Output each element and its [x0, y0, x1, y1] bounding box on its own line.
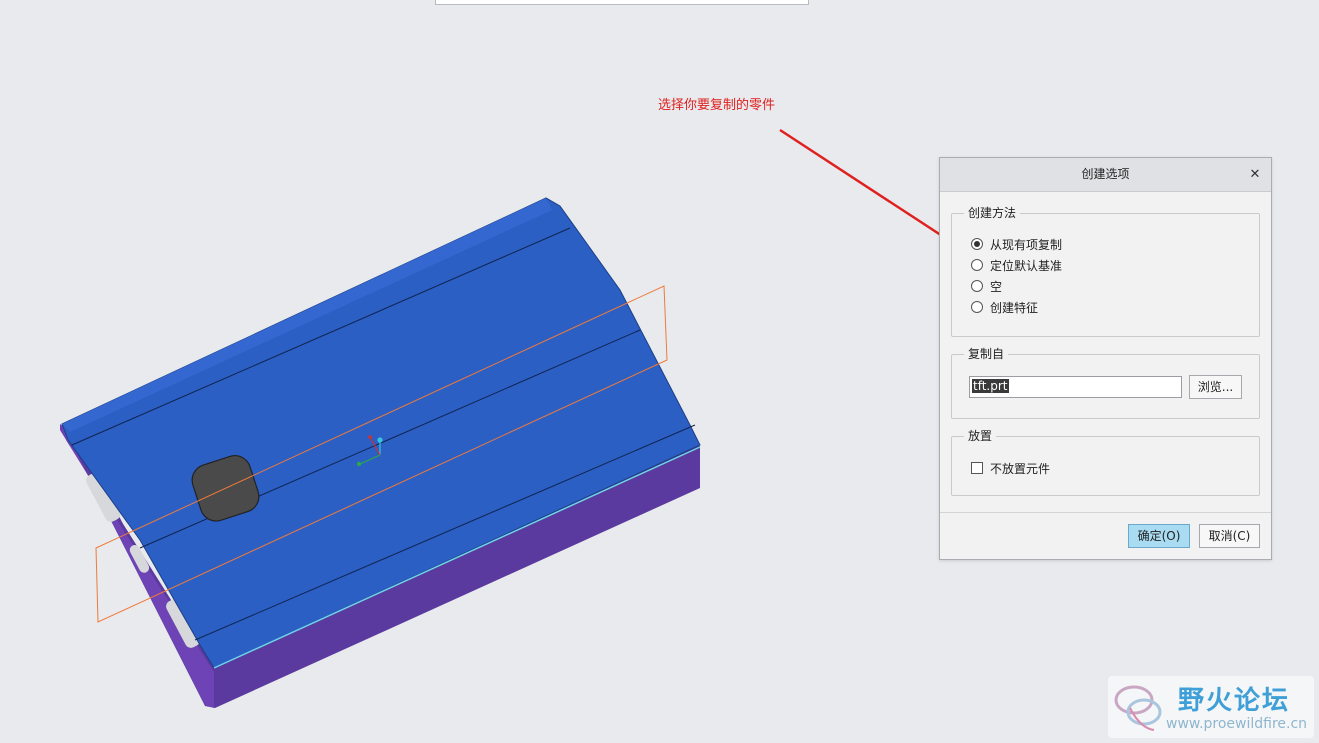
radio-empty[interactable]: 空	[971, 277, 1002, 295]
placement-legend: 放置	[964, 429, 997, 443]
dialog-titlebar: 创建选项 ✕	[940, 158, 1271, 192]
copy-from-group: 复制自 tft.prt 浏览...	[951, 347, 1260, 419]
watermark: 野火论坛 www.proewildfire.cn	[1108, 676, 1314, 738]
file-name-value: tft.prt	[972, 379, 1009, 393]
footer-divider	[940, 512, 1271, 513]
dialog-title: 创建选项	[1081, 167, 1130, 181]
forum-logo-icon	[1114, 685, 1162, 731]
radio-copy-existing[interactable]: 从现有项复制	[971, 235, 1062, 253]
radio-label: 创建特征	[990, 300, 1039, 315]
radio-button[interactable]	[971, 280, 983, 292]
cancel-button[interactable]: 取消(C)	[1199, 524, 1260, 548]
radio-button[interactable]	[971, 301, 983, 313]
watermark-url: www.proewildfire.cn	[1166, 716, 1308, 732]
close-icon[interactable]: ✕	[1247, 158, 1263, 191]
annotation-text: 选择你要复制的零件	[658, 98, 776, 113]
no-place-component-option[interactable]: 不放置元件	[971, 459, 1050, 477]
copy-from-file-field[interactable]: tft.prt	[969, 376, 1182, 398]
radio-locate-default-datum[interactable]: 定位默认基准	[971, 256, 1062, 274]
copy-from-legend: 复制自	[964, 347, 1009, 361]
ok-button[interactable]: 确定(O)	[1128, 524, 1190, 548]
watermark-title: 野火论坛	[1178, 686, 1291, 716]
radio-button[interactable]	[971, 259, 983, 271]
radio-label: 从现有项复制	[990, 237, 1063, 252]
creation-method-group: 创建方法 从现有项复制 定位默认基准 空 创建特征	[951, 206, 1260, 337]
no-place-checkbox[interactable]	[971, 462, 983, 474]
radio-label: 空	[990, 279, 1003, 294]
checkbox-label: 不放置元件	[990, 461, 1051, 476]
browse-button[interactable]: 浏览...	[1189, 375, 1242, 399]
placement-group: 放置 不放置元件	[951, 429, 1260, 496]
radio-label: 定位默认基准	[990, 258, 1063, 273]
radio-button[interactable]	[971, 238, 983, 250]
create-options-dialog: 创建选项 ✕ 创建方法 从现有项复制 定位默认基准 空 创建特征 复制自 tft…	[939, 157, 1272, 560]
radio-create-feature[interactable]: 创建特征	[971, 298, 1038, 316]
creation-method-legend: 创建方法	[964, 206, 1021, 220]
